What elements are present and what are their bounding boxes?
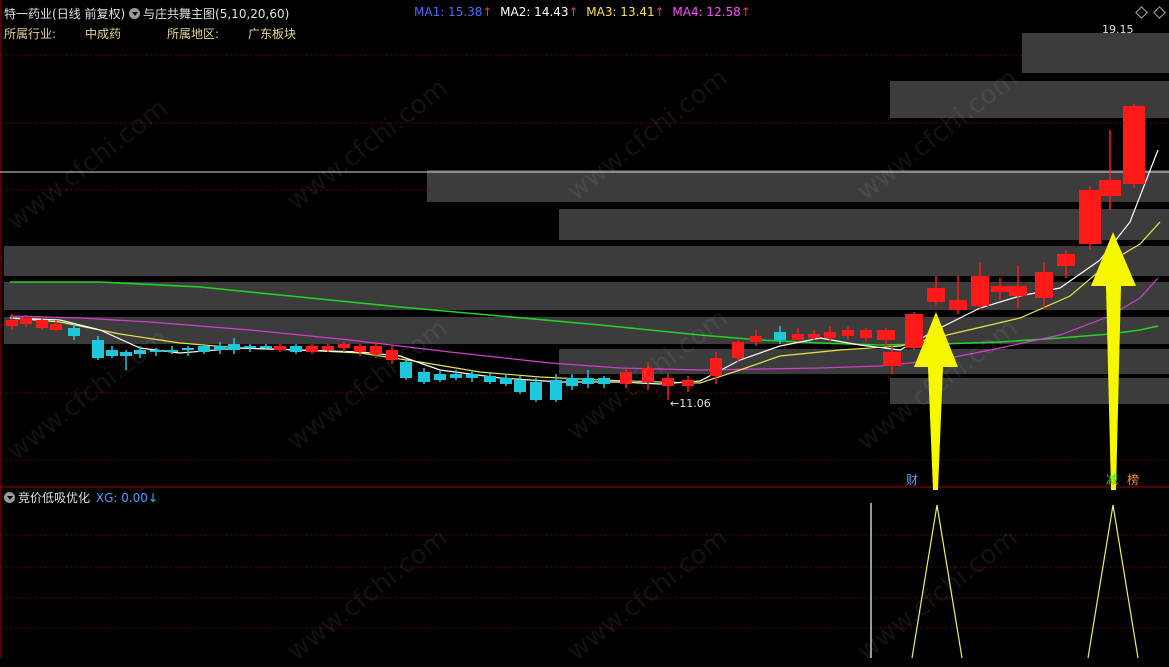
high-price-label: 19.15 <box>1102 23 1134 36</box>
candle-body[interactable] <box>322 346 334 350</box>
candle-body[interactable] <box>36 320 48 328</box>
candle-body[interactable] <box>198 346 210 352</box>
candle-body[interactable] <box>484 376 496 382</box>
ma2-value: MA2: 14.43 <box>500 5 569 19</box>
sub-panel-header: 竞价低吸优化 XG: 0.00↓ <box>4 489 158 506</box>
low-price-value: 11.06 <box>679 397 711 410</box>
ma4-value: MA4: 12.58 <box>672 5 741 19</box>
candle-body[interactable] <box>370 346 382 354</box>
candle-body[interactable] <box>883 352 901 366</box>
xg-value: XG: 0.00 <box>95 491 148 505</box>
candle-body[interactable] <box>400 362 412 378</box>
candle-body[interactable] <box>1079 190 1101 244</box>
industry-label: 所属行业: <box>4 27 57 41</box>
candle-body[interactable] <box>949 300 967 310</box>
low-price-label: ←11.06 <box>670 397 711 410</box>
candle-body[interactable] <box>662 378 674 386</box>
candle-body[interactable] <box>244 346 256 348</box>
candle-body[interactable] <box>1099 180 1121 196</box>
candle-body[interactable] <box>860 330 872 338</box>
candle-body[interactable] <box>682 380 694 386</box>
up-arrow-icon: ↑ <box>482 5 493 19</box>
candle-body[interactable] <box>824 332 836 338</box>
candle-body[interactable] <box>642 368 654 382</box>
candle-body[interactable] <box>354 346 366 352</box>
main-chart[interactable] <box>0 0 1169 658</box>
candle-body[interactable] <box>877 330 895 340</box>
candle-body[interactable] <box>106 350 118 356</box>
candle-body[interactable] <box>792 334 804 340</box>
candle-body[interactable] <box>808 334 820 338</box>
up-arrow-icon: ↑ <box>654 5 665 19</box>
indicator-dropdown-icon[interactable] <box>129 8 141 19</box>
indicator-params: (5,10,20,60) <box>215 7 290 21</box>
candle-body[interactable] <box>134 350 146 354</box>
candle-body[interactable] <box>166 350 178 352</box>
candle-body[interactable] <box>274 346 286 350</box>
candle-body[interactable] <box>418 372 430 382</box>
candle-body[interactable] <box>500 378 512 384</box>
ma-legend: MA1: 15.38↑ MA2: 14.43↑ MA3: 13.41↑ MA4:… <box>414 5 751 19</box>
chart-header: 特一药业(日线 前复权) 与庄共舞主图(5,10,20,60) <box>4 5 289 22</box>
candle-body[interactable] <box>905 314 923 348</box>
candle-body[interactable] <box>228 344 240 350</box>
candle-body[interactable] <box>514 380 526 392</box>
candle-body[interactable] <box>214 346 226 350</box>
region-value[interactable]: 广东板块 <box>248 25 296 42</box>
candle-body[interactable] <box>450 374 462 378</box>
period-label[interactable]: (日线 前复权) <box>52 7 125 21</box>
candle-body[interactable] <box>290 346 302 352</box>
candle-body[interactable] <box>20 318 32 324</box>
down-arrow-icon: ↓ <box>147 491 159 505</box>
candle-body[interactable] <box>150 350 162 352</box>
candle-body[interactable] <box>750 336 762 342</box>
candle-body[interactable] <box>927 288 945 302</box>
candle-body[interactable] <box>466 374 478 378</box>
ma1-value: MA1: 15.38 <box>414 5 483 19</box>
candle-body[interactable] <box>530 382 542 400</box>
up-arrow-icon: ↑ <box>740 5 751 19</box>
candle-body[interactable] <box>991 286 1009 292</box>
candle-body[interactable] <box>1035 272 1053 298</box>
candle-body[interactable] <box>971 276 989 306</box>
candle-body[interactable] <box>598 378 610 384</box>
up-arrow-icon: ↑ <box>568 5 579 19</box>
candle-body[interactable] <box>434 374 446 380</box>
candle-body[interactable] <box>120 352 132 356</box>
candle-body[interactable] <box>1057 254 1075 266</box>
candle-body[interactable] <box>182 348 194 350</box>
sub-panel-signals <box>870 503 1139 658</box>
candle-body[interactable] <box>260 346 272 348</box>
candle-body[interactable] <box>842 330 854 336</box>
candle-body[interactable] <box>68 328 80 336</box>
candle-body[interactable] <box>306 346 318 352</box>
candle-body[interactable] <box>582 378 594 384</box>
candle-body[interactable] <box>1009 286 1027 296</box>
candle-body[interactable] <box>6 320 18 326</box>
candle-body[interactable] <box>620 372 632 384</box>
candle-body[interactable] <box>386 350 398 360</box>
ma3-value: MA3: 13.41 <box>586 5 655 19</box>
candle-body[interactable] <box>774 332 786 340</box>
sub-panel-dropdown-icon[interactable] <box>4 492 15 503</box>
candle-body[interactable] <box>566 378 578 386</box>
candle-body[interactable] <box>710 358 722 376</box>
left-arrow-icon: ← <box>670 397 680 410</box>
candle-body[interactable] <box>50 324 62 330</box>
finance-marker[interactable]: 财 <box>905 471 919 488</box>
rank-marker[interactable]: 榜 <box>1126 471 1140 488</box>
stock-name[interactable]: 特一药业 <box>4 7 52 21</box>
candle-body[interactable] <box>1123 106 1145 184</box>
candle-body[interactable] <box>732 342 744 358</box>
candle-body[interactable] <box>338 344 350 348</box>
indicator-title[interactable]: 与庄共舞主图 <box>143 7 215 21</box>
candle-body[interactable] <box>92 340 104 358</box>
candle-body[interactable] <box>550 380 562 400</box>
industry-value[interactable]: 中成药 <box>85 25 121 42</box>
sub-panel-title[interactable]: 竞价低吸优化 <box>18 491 90 505</box>
reduce-marker[interactable]: 减 <box>1105 471 1119 488</box>
chip-distribution-zones <box>4 33 1169 404</box>
region-label: 所属地区: <box>167 27 220 41</box>
